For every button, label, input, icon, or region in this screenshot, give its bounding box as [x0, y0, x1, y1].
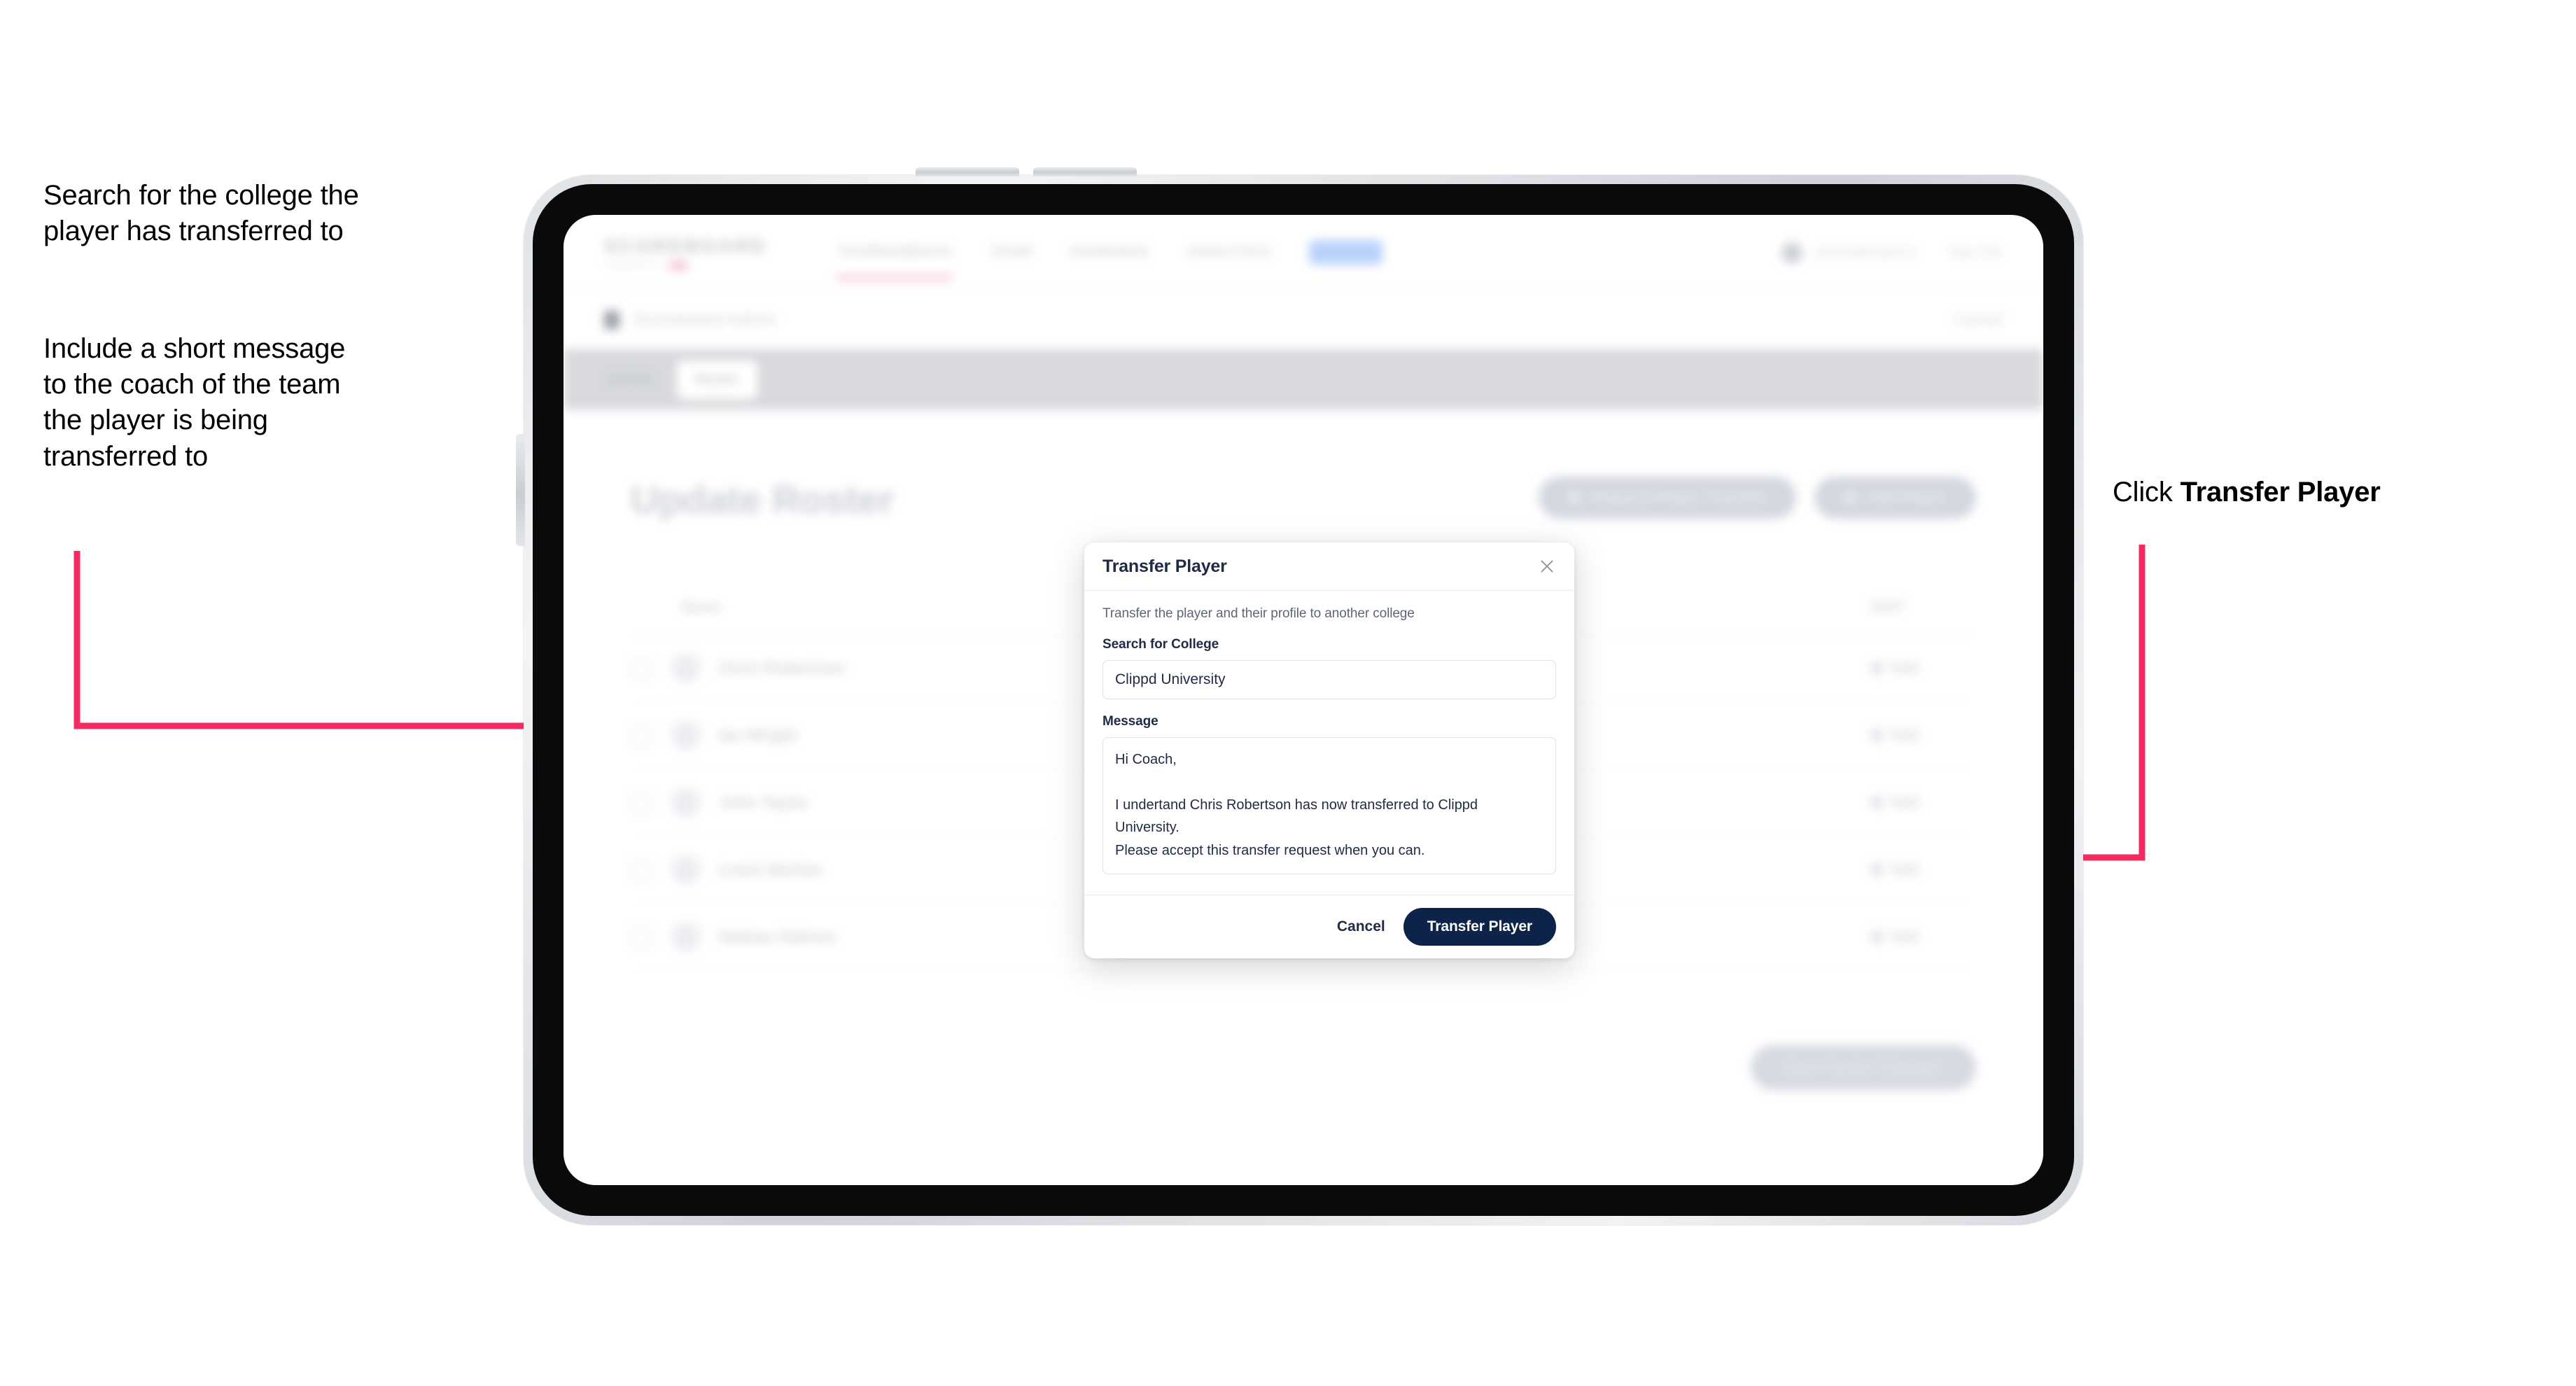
college-field-label: Search for College: [1102, 637, 1219, 652]
brand-word: SCOREBOARD: [604, 235, 767, 257]
player-avatar: [671, 653, 701, 683]
row-edit-button[interactable]: Edit: [1868, 794, 1976, 811]
nav-item-tournaments[interactable]: TOURNAMENTS: [836, 240, 953, 280]
row-edit-button[interactable]: Edit: [1868, 861, 1976, 878]
breadcrumb-bar: Scoreboard Admin Cancel: [564, 290, 2043, 349]
row-checkbox[interactable]: [631, 724, 652, 746]
request-player-transfer-button[interactable]: Request Player Transfer: [1539, 477, 1797, 519]
breadcrumb-icon: [604, 310, 620, 329]
close-icon[interactable]: [1536, 556, 1558, 577]
breadcrumb-cancel-link[interactable]: Cancel: [1952, 310, 2003, 329]
player-avatar: [671, 788, 701, 818]
annotation-right-prefix: Click: [2113, 477, 2180, 507]
player-avatar: [671, 922, 701, 952]
message-field-label: Message: [1102, 714, 1158, 729]
page-title: Update Roster: [631, 477, 895, 522]
row-edit-button[interactable]: Edit: [1868, 928, 1976, 946]
tab-details[interactable]: Details: [590, 360, 673, 399]
power-button[interactable]: [516, 434, 525, 546]
modal-body: Transfer the player and their profile to…: [1084, 591, 1574, 895]
tabs-bar: Details Roster: [564, 349, 2043, 410]
row-edit-label: Edit: [1891, 928, 1919, 945]
nav-item-rankings[interactable]: RANKINGS: [1070, 240, 1150, 265]
annotation-click-transfer-player: Click Transfer Player: [2113, 475, 2547, 510]
header-user-email: admin@clippd.io: [1815, 244, 1918, 260]
column-header-edit: EDIT: [1871, 598, 1905, 615]
row-edit-label: Edit: [1891, 659, 1919, 676]
row-edit-button[interactable]: Edit: [1868, 659, 1976, 677]
annotation-include-message: Include a short message to the coach of …: [43, 333, 346, 472]
breadcrumb-label[interactable]: Scoreboard Admin: [634, 310, 776, 330]
brand-subline: POWERED BY: [604, 261, 766, 270]
nav-item-team[interactable]: TEAM: [989, 240, 1033, 265]
brand-sub-text: POWERED BY: [604, 261, 664, 270]
modal-header: Transfer Player: [1084, 542, 1574, 591]
brand-accent-mark: [668, 261, 687, 270]
player-avatar: [671, 855, 701, 885]
row-checkbox[interactable]: [631, 859, 652, 881]
tablet-screen: SCOREBOARD POWERED BY TOURNAMENTS TEAM R…: [564, 215, 2043, 1185]
add-player-button[interactable]: Add Player: [1814, 477, 1976, 519]
row-edit-label: Edit: [1891, 727, 1919, 743]
page-actions: Request Player Transfer Add Player: [1539, 477, 1976, 519]
message-textarea[interactable]: Hi Coach, I undertand Chris Robertson ha…: [1102, 737, 1556, 874]
nav-item-analytics[interactable]: ANALYTICS: [1187, 240, 1273, 265]
nav-item-admin[interactable]: ADMIN: [1308, 240, 1383, 265]
app-header: SCOREBOARD POWERED BY TOURNAMENTS TEAM R…: [564, 215, 2043, 290]
annotation-search-college: Search for the college the player has tr…: [43, 180, 359, 247]
modal-description: Transfer the player and their profile to…: [1102, 606, 1415, 621]
app-logo[interactable]: SCOREBOARD POWERED BY: [604, 235, 766, 270]
pencil-icon: [1868, 928, 1886, 946]
pencil-icon: [1868, 659, 1886, 677]
row-edit-button[interactable]: Edit: [1868, 727, 1976, 744]
modal-title: Transfer Player: [1102, 556, 1227, 576]
volume-up-button[interactable]: [916, 167, 1019, 176]
cancel-button[interactable]: Cancel: [1337, 918, 1385, 935]
row-checkbox[interactable]: [631, 657, 652, 679]
request-player-transfer-label: Request Player Transfer: [1590, 489, 1768, 506]
transfer-icon: [1568, 491, 1581, 504]
row-edit-label: Edit: [1891, 794, 1919, 811]
row-checkbox[interactable]: [631, 926, 652, 948]
pencil-icon: [1868, 794, 1886, 811]
header-user-area: admin@clippd.io Sign Out: [1782, 241, 2003, 263]
pencil-icon: [1868, 861, 1886, 878]
transfer-player-button[interactable]: Transfer Player: [1403, 908, 1556, 946]
search-college-input[interactable]: [1102, 660, 1556, 699]
annotation-right-bold: Transfer Player: [2180, 477, 2381, 507]
save-roster-changes-button[interactable]: Save Roster Changes: [1750, 1045, 1976, 1090]
volume-down-button[interactable]: [1033, 167, 1137, 176]
add-player-label: Add Player: [1866, 489, 1947, 506]
player-avatar: [671, 720, 701, 750]
screenshot-stage: Search for the college the player has tr…: [0, 0, 2576, 1386]
plus-icon: [1844, 491, 1857, 504]
avatar[interactable]: [1782, 241, 1803, 263]
pencil-icon: [1868, 727, 1886, 744]
main-nav: TOURNAMENTS TEAM RANKINGS ANALYTICS ADMI…: [836, 240, 1383, 280]
row-edit-label: Edit: [1891, 861, 1919, 878]
transfer-player-modal: Transfer Player Transfer the player and …: [1084, 542, 1574, 958]
sign-out-link[interactable]: Sign Out: [1949, 245, 2003, 260]
row-checkbox[interactable]: [631, 792, 652, 813]
tab-roster[interactable]: Roster: [676, 360, 757, 399]
tablet-device: SCOREBOARD POWERED BY TOURNAMENTS TEAM R…: [516, 167, 2083, 1225]
modal-footer: Cancel Transfer Player: [1084, 895, 1574, 958]
